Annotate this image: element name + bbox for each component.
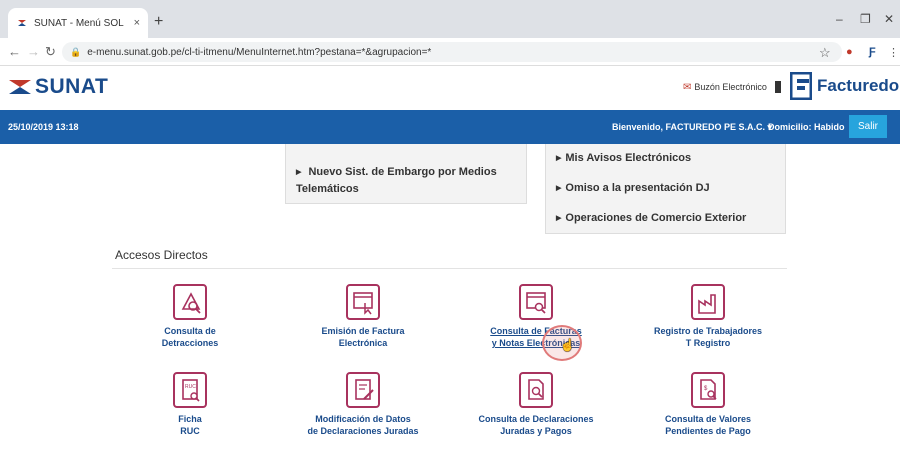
facturedo-logo-text: Facturedo	[817, 76, 900, 95]
acceso-label: Consulta de Facturas y Notas Electrónicas	[456, 325, 616, 349]
acceso-label-line2: RUC	[180, 426, 200, 436]
acceso-label-line1: Emisión de Factura	[321, 326, 405, 336]
notification-badge	[774, 81, 781, 93]
browser-toolbar: ← → ↻ 🔒 e-menu.sunat.gob.pe/cl-ti-itmenu…	[0, 38, 900, 66]
menu-panel-right: Mis Avisos Electrónicos Omiso a la prese…	[545, 144, 786, 234]
acceso-label-line1: Consulta de Facturas	[490, 326, 582, 336]
acceso-label: Consulta de Detracciones	[110, 325, 270, 349]
acceso-label-line1: Consulta de Valores	[664, 414, 752, 424]
address-bar[interactable]: 🔒 e-menu.sunat.gob.pe/cl-ti-itmenu/MenuI…	[62, 42, 842, 62]
sunat-logo[interactable]: SUNAT	[8, 74, 108, 100]
session-datetime: 25/10/2019 13:18	[8, 122, 79, 132]
acceso-consulta-declaraciones[interactable]: Consulta de Declaraciones Juradas y Pagos	[456, 372, 616, 437]
acceso-label: Consulta de Declaraciones Juradas y Pagos	[456, 413, 616, 437]
sunat-logo-icon	[9, 80, 31, 94]
acceso-label: Ficha RUC	[110, 413, 270, 437]
detraccion-icon	[173, 284, 207, 320]
acceso-modificacion-declaraciones[interactable]: Modificación de Datos de Declaraciones Ju…	[283, 372, 443, 437]
edit-document-icon	[346, 372, 380, 408]
browser-tab[interactable]: SUNAT - Menú SOL ×	[8, 8, 148, 38]
facturedo-logo: Facturedo	[790, 72, 899, 100]
menu-item-embargo[interactable]: Nuevo Sist. de Embargo por Medios Telemá…	[296, 164, 497, 197]
factory-icon	[691, 284, 725, 320]
domicilio-status: Domicilio: Habido	[768, 122, 845, 132]
acceso-label-line2: Detracciones	[161, 338, 219, 348]
menu-panel-left: Nuevo Sist. de Embargo por Medios Telemá…	[285, 144, 527, 204]
menu-item-comercio-exterior[interactable]: Operaciones de Comercio Exterior	[556, 210, 746, 227]
acceso-ficha-ruc[interactable]: RUC Ficha RUC	[110, 372, 270, 437]
browser-menu-icon[interactable]: ⋮	[888, 46, 899, 59]
acceso-label: Modificación de Datos de Declaraciones Ju…	[283, 413, 443, 437]
ruc-icon: RUC	[173, 372, 207, 408]
acceso-label-line1: Consulta de	[164, 326, 216, 336]
acceso-emision-factura[interactable]: Emisión de Factura Electrónica	[283, 284, 443, 349]
acceso-label-line2: de Declaraciones Juradas	[307, 426, 419, 436]
facturedo-logo-icon	[790, 72, 812, 100]
buzon-electronico-link[interactable]: ✉ Buzón Electrónico	[683, 81, 781, 93]
user-welcome-menu[interactable]: Bienvenido, FACTUREDO PE S.A.C. ▾	[612, 122, 772, 133]
menu-item-embargo-line2: Telemáticos	[296, 183, 359, 195]
acceso-consulta-detracciones[interactable]: Consulta de Detracciones	[110, 284, 270, 349]
acceso-consulta-facturas[interactable]: Consulta de Facturas y Notas Electrónicas	[456, 284, 616, 349]
tab-close-icon[interactable]: ×	[134, 17, 140, 29]
acceso-label-line2: y Notas Electrónicas	[491, 338, 581, 348]
svg-text:RUC: RUC	[185, 384, 196, 390]
acceso-label-line1: Registro de Trabajadores	[653, 326, 763, 336]
acceso-label: Consulta de Valores Pendientes de Pago	[628, 413, 788, 437]
menu-item-omiso-dj[interactable]: Omiso a la presentación DJ	[556, 180, 709, 197]
reload-icon[interactable]: ↻	[45, 44, 56, 60]
acceso-valores-pendientes[interactable]: $ Consulta de Valores Pendientes de Pago	[628, 372, 788, 437]
window-close-button[interactable]: ✕	[884, 12, 894, 26]
lock-icon: 🔒	[70, 46, 82, 57]
sunat-favicon-icon	[18, 20, 26, 26]
bookmark-star-icon[interactable]: ☆	[819, 45, 831, 61]
pending-document-icon: $	[691, 372, 725, 408]
browser-tab-title: SUNAT - Menú SOL	[34, 17, 124, 29]
menu-item-embargo-line1: Nuevo Sist. de Embargo por Medios	[308, 166, 497, 178]
acceso-label-line2: Electrónica	[338, 338, 388, 348]
acceso-label-line1: Ficha	[178, 414, 202, 424]
sunat-logo-text: SUNAT	[35, 75, 109, 98]
window-maximize-button[interactable]: ❐	[860, 12, 871, 26]
acceso-label: Registro de Trabajadores T Registro	[628, 325, 788, 349]
accesos-directos-title: Accesos Directos	[115, 248, 208, 262]
acceso-label-line2: Juradas y Pagos	[500, 426, 572, 436]
extension-icon[interactable]: ●	[846, 46, 853, 58]
forward-arrow-icon[interactable]: →	[27, 44, 40, 59]
acceso-label-line1: Consulta de Declaraciones	[478, 414, 594, 424]
new-tab-button[interactable]: +	[154, 14, 163, 30]
envelope-icon: ✉	[683, 81, 692, 93]
search-document-icon	[519, 372, 553, 408]
acceso-label-line1: Modificación de Datos	[315, 414, 411, 424]
user-info-bar: 25/10/2019 13:18 Bienvenido, FACTUREDO P…	[0, 110, 900, 144]
buzon-label: Buzón Electrónico	[694, 82, 767, 92]
section-divider	[112, 268, 787, 269]
logout-button[interactable]: Salir	[849, 115, 887, 138]
profile-extension-icon[interactable]: Ƒ	[869, 46, 876, 58]
menu-item-avisos[interactable]: Mis Avisos Electrónicos	[556, 150, 691, 167]
address-bar-url: e-menu.sunat.gob.pe/cl-ti-itmenu/MenuInt…	[87, 46, 432, 58]
hand-cursor-icon: ☝	[560, 338, 575, 352]
site-header: SUNAT ✉ Buzón Electrónico Facturedo	[0, 66, 900, 110]
welcome-text: Bienvenido, FACTUREDO PE S.A.C.	[612, 122, 766, 132]
window-minimize-button[interactable]: –	[836, 12, 843, 26]
consulta-factura-icon	[519, 284, 553, 320]
browser-tab-bar: SUNAT - Menú SOL × + – ❐ ✕	[0, 0, 900, 38]
svg-text:$: $	[704, 386, 708, 392]
acceso-label: Emisión de Factura Electrónica	[283, 325, 443, 349]
acceso-label-line2: T Registro	[685, 338, 731, 348]
acceso-label-line2: Pendientes de Pago	[665, 426, 751, 436]
back-arrow-icon[interactable]: ←	[8, 44, 21, 59]
factura-icon	[346, 284, 380, 320]
acceso-registro-trabajadores[interactable]: Registro de Trabajadores T Registro	[628, 284, 788, 349]
